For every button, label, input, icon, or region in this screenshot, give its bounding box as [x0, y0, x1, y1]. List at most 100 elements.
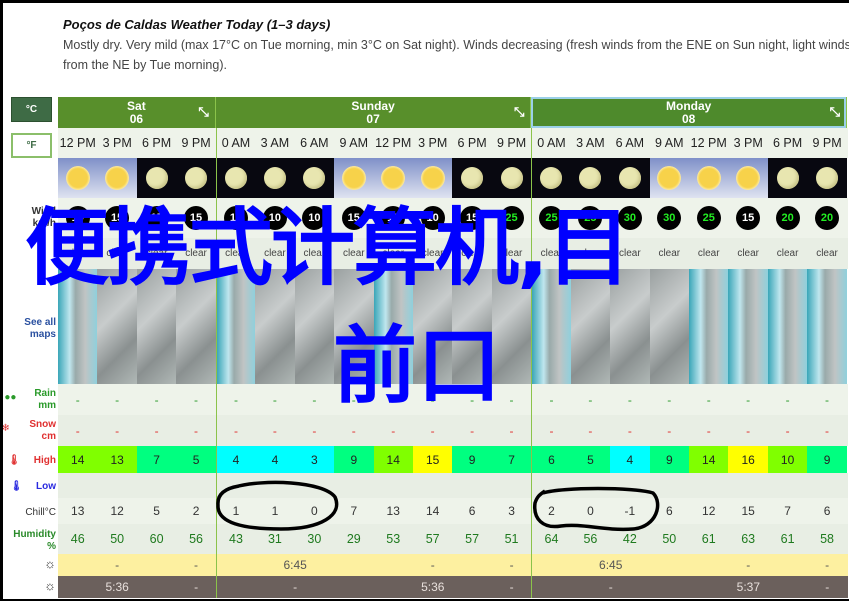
- icon-cell: [412, 158, 453, 198]
- low-cell: [334, 473, 373, 498]
- sun-icon: [105, 166, 130, 190]
- sunrise-icon: ☼: [44, 556, 56, 571]
- high-cell: 7: [491, 446, 532, 473]
- snow-row: --------------------: [58, 415, 848, 446]
- forecast-widget: Poços de Caldas Weather Today (1–3 days)…: [3, 3, 849, 599]
- rain-cell: -: [706, 392, 711, 407]
- moon-icon: [303, 167, 326, 189]
- time-cell: 12 PM: [690, 136, 727, 150]
- time-cell: 3 AM: [576, 136, 605, 150]
- snow-cell: -: [746, 423, 751, 438]
- high-cell: 16: [728, 446, 768, 473]
- rain-cell: -: [75, 392, 80, 407]
- collapse-icon[interactable]: ⤡: [198, 105, 208, 118]
- chill-cell: 1: [271, 504, 279, 518]
- moon-icon: [224, 167, 247, 189]
- moon-icon: [618, 167, 641, 189]
- chill-cell: 1: [215, 498, 255, 524]
- fahrenheit-toggle[interactable]: °F: [11, 133, 52, 158]
- chill-cell: 2: [531, 498, 570, 524]
- snow-cell: -: [194, 423, 199, 438]
- map-thumbnail: [807, 269, 847, 384]
- rain-cell: -: [154, 392, 159, 407]
- collapse-icon[interactable]: ⤡: [514, 105, 524, 118]
- sunset-cell: -: [215, 576, 374, 598]
- low-temp-row: [58, 473, 848, 498]
- chill-cell: 12: [702, 504, 716, 518]
- day-date: 07: [366, 111, 380, 126]
- forecast-summary: Poços de Caldas Weather Today (1–3 days)…: [63, 15, 849, 75]
- high-temp-row: 14 13 7 5 4 4 3 9 14 15 9 7 6 5 4 9 14 16 10 9: [58, 446, 848, 473]
- low-cell: [295, 473, 334, 498]
- day-name: Monday: [666, 98, 712, 113]
- high-cell: 10: [767, 446, 808, 473]
- day-header-monday[interactable]: Monday 08 ⤡: [531, 97, 847, 128]
- high-cell: 4: [255, 446, 295, 473]
- day-header-sunday[interactable]: Sunday 07 ⤡: [215, 97, 532, 128]
- chill-cell: 13: [386, 504, 400, 518]
- clear-cell: clear: [776, 248, 799, 259]
- day-header-sat[interactable]: Sat 06 ⤡: [58, 97, 216, 128]
- chill-label: Chill°C: [25, 507, 56, 518]
- sun-icon: [65, 166, 90, 190]
- hum-cell: 46: [70, 532, 85, 546]
- high-cell: 14: [373, 446, 413, 473]
- moon-icon: [263, 167, 286, 189]
- chill-cell: 6: [468, 504, 476, 518]
- humidity-row: 46 50 60 56 43 31 30 29 53 57 57 51 64 56 42 50 61 63 61 58: [58, 524, 848, 554]
- icon-cell: [728, 158, 768, 198]
- summary-title: Poços de Caldas Weather Today (1–3 days): [63, 17, 331, 32]
- celsius-toggle[interactable]: °C: [11, 97, 52, 122]
- wind-cell: 20: [768, 198, 807, 238]
- time-row: 12 PM 3 PM 6 PM 9 PM 0 AM 3 AM 6 AM 9 AM 12 PM 3 …: [58, 128, 848, 158]
- time-cell: 3 AM: [260, 136, 290, 150]
- see-all-maps-link[interactable]: See all maps: [3, 317, 56, 341]
- time-cell: 9 AM: [339, 136, 369, 150]
- day-name: Sunday: [351, 98, 395, 113]
- snow-cell: -: [785, 423, 790, 438]
- low-label: 🌡 Low: [10, 481, 56, 492]
- thermometer-cold-icon: 🌡: [10, 481, 23, 492]
- high-label: 🌡 High: [7, 455, 56, 466]
- clear-cell: clear: [697, 248, 720, 259]
- map-thumbnail: [689, 269, 729, 384]
- hum-cell: 57: [465, 532, 480, 546]
- icon-cell: [373, 158, 413, 198]
- sunrise-cell: -: [194, 558, 199, 572]
- hum-cell: 43: [215, 524, 255, 554]
- sun-icon: [657, 166, 682, 190]
- chill-cell: 13: [71, 504, 85, 518]
- snow-cell: -: [272, 423, 277, 438]
- snow-label: ❄ Snow cm: [3, 419, 56, 442]
- low-cell: [215, 473, 255, 498]
- clear-cell: clear: [658, 248, 681, 259]
- sunrise-cell: -: [825, 558, 830, 572]
- hum-cell: 60: [149, 532, 164, 546]
- sunrise-cell: -: [746, 558, 751, 572]
- rain-cell: -: [627, 392, 632, 407]
- chill-cell: 0: [587, 504, 594, 518]
- low-cell: [255, 473, 294, 498]
- time-cell: 3 PM: [733, 136, 763, 150]
- collapse-icon[interactable]: ⤡: [830, 105, 840, 118]
- snow-cell: -: [312, 423, 317, 438]
- sunrise-cell: [452, 554, 491, 576]
- snow-cell: -: [825, 423, 830, 438]
- high-cell: 4: [610, 446, 650, 473]
- high-cell: 9: [334, 446, 374, 473]
- wind-cell: 15: [728, 198, 767, 238]
- moon-icon: [776, 167, 799, 189]
- hum-cell: 53: [386, 532, 401, 546]
- chill-cell: 0: [311, 504, 318, 518]
- map-thumbnail: [649, 269, 689, 384]
- time-cell: 0 AM: [215, 128, 255, 158]
- snow-cell: -: [351, 423, 356, 438]
- icon-cell: [491, 158, 532, 198]
- sun-icon: [736, 166, 761, 190]
- wind-speed-icon: 15: [736, 206, 761, 230]
- sunset-cell: 5:36: [421, 580, 445, 594]
- low-cell: [374, 473, 413, 498]
- sun-icon: [381, 166, 406, 190]
- snow-cell: -: [75, 423, 80, 438]
- chill-cell: 12: [110, 504, 124, 518]
